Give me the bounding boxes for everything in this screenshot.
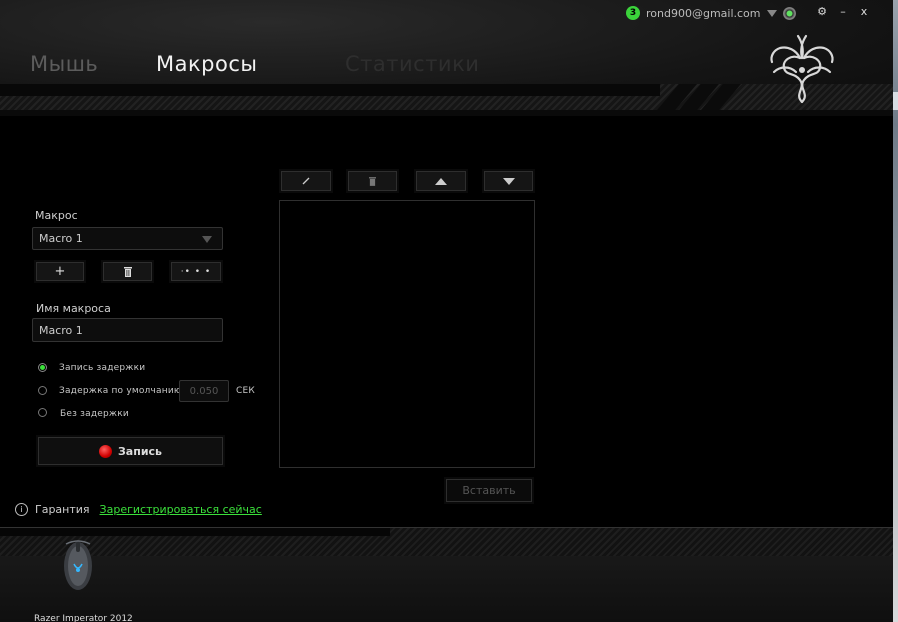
close-button[interactable]: x bbox=[855, 5, 873, 19]
tab-mouse[interactable]: Мышь bbox=[30, 52, 98, 76]
header-dark-band bbox=[0, 84, 660, 96]
more-options-icon: ·• • • bbox=[180, 266, 212, 277]
razer-synapse-window: Мышь Макросы Статистики 3 rond900@gmail.… bbox=[0, 0, 893, 622]
macro-select-value: Macro 1 bbox=[39, 232, 83, 245]
macro-name-input[interactable]: Macro 1 bbox=[32, 318, 223, 342]
delay-unit-label: СЕК bbox=[236, 386, 255, 396]
notification-badge[interactable]: 3 bbox=[626, 6, 640, 20]
trash-icon bbox=[123, 266, 132, 277]
tab-macros[interactable]: Макросы bbox=[156, 52, 257, 76]
warranty-label: Гарантия bbox=[35, 503, 90, 516]
move-down-button[interactable] bbox=[484, 171, 533, 191]
chevron-down-icon bbox=[202, 236, 212, 243]
user-account[interactable]: 3 rond900@gmail.com bbox=[626, 5, 796, 21]
macro-name-label: Имя макроса bbox=[36, 302, 111, 315]
user-email[interactable]: rond900@gmail.com bbox=[646, 7, 761, 20]
no-delay-label[interactable]: Без задержки bbox=[60, 409, 129, 419]
insert-button-label: Вставить bbox=[462, 484, 516, 497]
macro-label: Макрос bbox=[35, 209, 78, 222]
plus-icon: + bbox=[54, 264, 66, 279]
macro-select[interactable]: Macro 1 bbox=[32, 227, 223, 250]
edit-icon bbox=[302, 177, 310, 185]
header-separator bbox=[0, 110, 893, 116]
record-delay-label[interactable]: Запись задержки bbox=[59, 363, 145, 373]
default-delay-radio[interactable] bbox=[38, 386, 47, 395]
device-name: Razer Imperator 2012 bbox=[34, 614, 133, 622]
default-delay-input[interactable]: 0.050 bbox=[179, 380, 229, 402]
macro-name-value: Macro 1 bbox=[39, 323, 83, 337]
macro-events-list[interactable] bbox=[279, 200, 535, 468]
record-delay-radio[interactable] bbox=[38, 363, 47, 372]
mouse-device-icon[interactable] bbox=[60, 536, 96, 592]
minimize-button[interactable]: – bbox=[834, 5, 852, 19]
default-delay-value: 0.050 bbox=[189, 385, 219, 397]
warranty-row: i Гарантия Зарегистрироваться сейчас bbox=[15, 503, 262, 516]
info-icon: i bbox=[15, 503, 28, 516]
desktop-background bbox=[893, 0, 898, 622]
more-options-button[interactable]: ·• • • bbox=[171, 262, 221, 281]
footer-divider bbox=[0, 527, 893, 528]
record-button[interactable]: Запись bbox=[38, 437, 223, 465]
chevron-down-icon[interactable] bbox=[766, 9, 777, 17]
tab-statistics[interactable]: Статистики bbox=[345, 52, 479, 76]
desktop-fragment bbox=[893, 92, 898, 110]
delete-event-button[interactable] bbox=[348, 171, 397, 191]
edit-event-button[interactable] bbox=[281, 171, 331, 191]
add-macro-button[interactable]: + bbox=[36, 262, 84, 281]
online-status-icon[interactable] bbox=[782, 6, 796, 20]
default-delay-label[interactable]: Задержка по умолчанию bbox=[59, 386, 182, 396]
record-icon bbox=[98, 444, 112, 458]
move-up-button[interactable] bbox=[416, 171, 466, 191]
razer-logo-icon bbox=[770, 34, 834, 104]
footer-dark-band bbox=[0, 528, 390, 536]
no-delay-radio[interactable] bbox=[38, 408, 47, 417]
delete-macro-button[interactable] bbox=[103, 262, 152, 281]
settings-gear-icon[interactable]: ⚙ bbox=[813, 5, 831, 19]
register-now-link[interactable]: Зарегистрироваться сейчас bbox=[100, 503, 262, 516]
insert-button[interactable]: Вставить bbox=[446, 479, 532, 502]
move-down-icon bbox=[502, 177, 515, 185]
trash-icon bbox=[369, 176, 376, 186]
move-up-icon bbox=[435, 177, 447, 185]
record-button-label: Запись bbox=[117, 444, 163, 458]
